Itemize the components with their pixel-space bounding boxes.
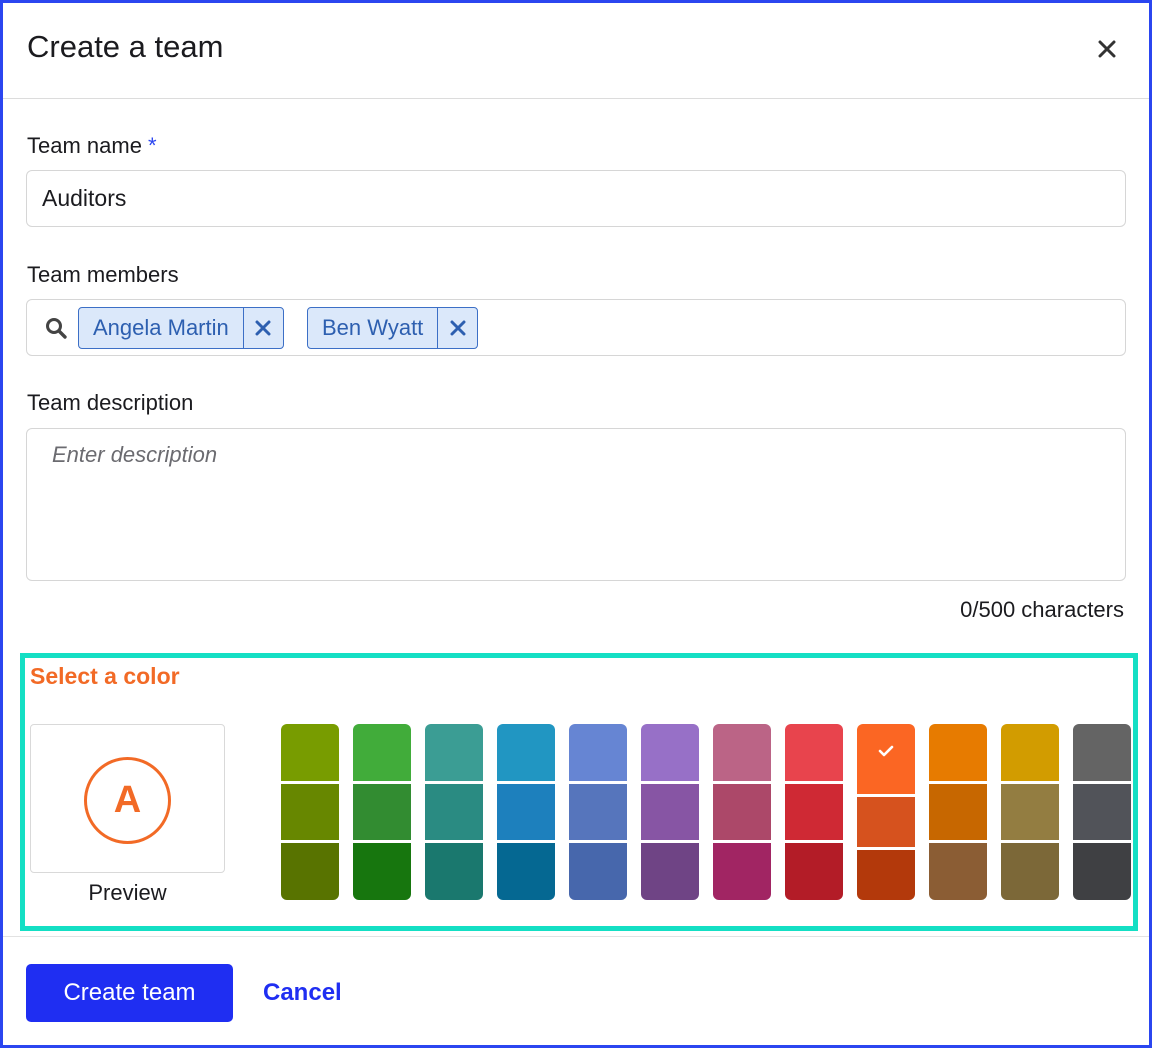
color-swatch[interactable] <box>353 783 411 841</box>
color-swatch[interactable] <box>1001 843 1059 900</box>
color-swatch[interactable] <box>353 724 411 781</box>
color-swatch[interactable] <box>713 783 771 841</box>
color-swatch[interactable] <box>425 783 483 841</box>
color-swatch-column <box>641 724 699 900</box>
remove-icon <box>450 320 466 336</box>
close-button[interactable] <box>1091 33 1123 65</box>
color-swatch[interactable] <box>713 724 771 781</box>
color-swatch[interactable] <box>785 724 843 781</box>
color-swatch[interactable] <box>929 843 987 900</box>
color-swatch[interactable] <box>281 724 339 781</box>
color-swatch[interactable] <box>569 843 627 900</box>
color-swatch-column <box>353 724 411 900</box>
color-swatch-column <box>497 724 555 900</box>
team-name-label: Team name * <box>27 133 157 158</box>
color-swatch[interactable] <box>425 724 483 781</box>
color-swatch[interactable] <box>497 843 555 900</box>
color-swatch[interactable] <box>641 843 699 900</box>
remove-member-button[interactable] <box>242 308 283 348</box>
color-swatch[interactable] <box>425 843 483 900</box>
team-description-field <box>26 428 1126 581</box>
color-swatch[interactable] <box>785 843 843 900</box>
color-swatch[interactable] <box>569 724 627 781</box>
color-preview: A <box>30 724 225 873</box>
color-swatch[interactable] <box>641 724 699 781</box>
create-team-dialog: Create a team Team name* Team members An… <box>0 0 1152 1048</box>
color-swatch[interactable] <box>1001 724 1059 781</box>
preview-label: Preview <box>88 880 167 905</box>
color-swatch[interactable] <box>929 724 987 781</box>
required-mark: * <box>147 133 157 158</box>
color-swatch[interactable] <box>929 783 987 841</box>
color-swatch[interactable] <box>497 783 555 841</box>
color-swatch-column <box>929 724 987 900</box>
color-swatch[interactable] <box>785 783 843 841</box>
color-swatch-column <box>569 724 627 900</box>
member-chip-label: Angela Martin <box>93 315 229 340</box>
color-swatch[interactable] <box>353 843 411 900</box>
footer-divider <box>3 936 1149 937</box>
dialog-title: Create a team <box>27 29 224 64</box>
color-swatch[interactable] <box>1001 783 1059 841</box>
color-swatch-column <box>425 724 483 900</box>
dialog-header: Create a team <box>3 3 1149 99</box>
color-picker-title: Select a color <box>30 663 180 689</box>
team-name-field <box>26 170 1126 227</box>
team-members-field[interactable]: Angela Martin Ben Wyatt <box>26 299 1126 356</box>
color-swatch[interactable] <box>641 783 699 841</box>
color-swatch[interactable] <box>857 797 915 847</box>
member-chip-label: Ben Wyatt <box>322 315 424 340</box>
color-swatch[interactable] <box>497 724 555 781</box>
color-swatch[interactable] <box>857 724 915 794</box>
color-swatch-column <box>713 724 771 900</box>
team-name-input[interactable] <box>27 171 1125 226</box>
color-swatch[interactable] <box>569 783 627 841</box>
remove-member-button[interactable] <box>437 308 477 348</box>
character-counter: 0/500 characters <box>960 597 1124 622</box>
member-chip-ben-wyatt: Ben Wyatt <box>307 307 479 349</box>
team-members-label: Team members <box>27 262 179 287</box>
checkmark-icon <box>878 745 894 757</box>
color-swatch[interactable] <box>713 843 771 900</box>
color-swatch-column <box>1073 724 1131 900</box>
team-description-label: Team description <box>27 390 194 415</box>
team-description-input[interactable] <box>27 429 1125 580</box>
search-icon <box>46 318 67 339</box>
member-chip-angela-martin: Angela Martin <box>78 307 284 349</box>
color-swatch-column <box>857 724 915 900</box>
color-swatch[interactable] <box>1073 843 1131 900</box>
color-swatch[interactable] <box>281 783 339 841</box>
color-swatch-column <box>1001 724 1059 900</box>
preview-avatar: A <box>84 757 171 844</box>
color-swatch[interactable] <box>1073 783 1131 841</box>
color-swatch-column <box>281 724 339 900</box>
create-team-button[interactable]: Create team <box>26 964 233 1022</box>
color-swatch[interactable] <box>281 843 339 900</box>
color-picker-section: Select a color A Preview <box>20 653 1138 931</box>
color-swatch[interactable] <box>1073 724 1131 781</box>
remove-icon <box>255 320 271 336</box>
cancel-button[interactable]: Cancel <box>258 964 347 1022</box>
color-swatch-column <box>785 724 843 900</box>
color-swatch[interactable] <box>857 850 915 900</box>
close-icon <box>1098 40 1116 58</box>
